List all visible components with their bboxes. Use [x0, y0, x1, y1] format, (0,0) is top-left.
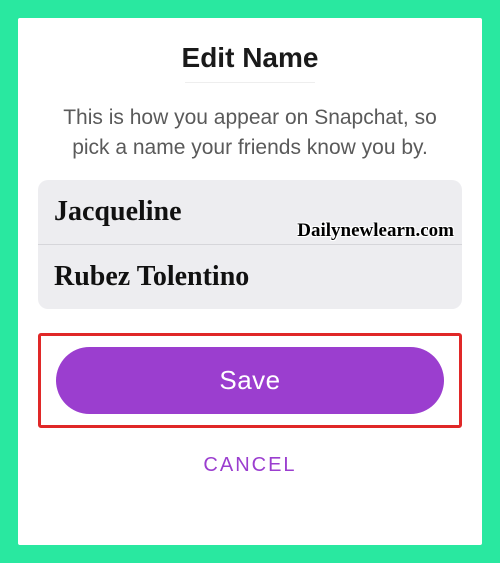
page-title: Edit Name	[182, 42, 319, 74]
save-button[interactable]: Save	[56, 347, 444, 414]
title-divider	[185, 82, 315, 83]
save-highlight-box: Save	[38, 333, 462, 428]
watermark-text: Dailynewlearn.com	[297, 220, 454, 242]
name-form-group	[38, 180, 462, 309]
description-text: This is how you appear on Snapchat, so p…	[38, 103, 462, 164]
cancel-button[interactable]: CANCEL	[203, 448, 296, 483]
outer-frame: Edit Name This is how you appear on Snap…	[0, 0, 500, 563]
edit-name-dialog: Edit Name This is how you appear on Snap…	[18, 18, 482, 545]
last-name-input[interactable]	[38, 245, 462, 309]
